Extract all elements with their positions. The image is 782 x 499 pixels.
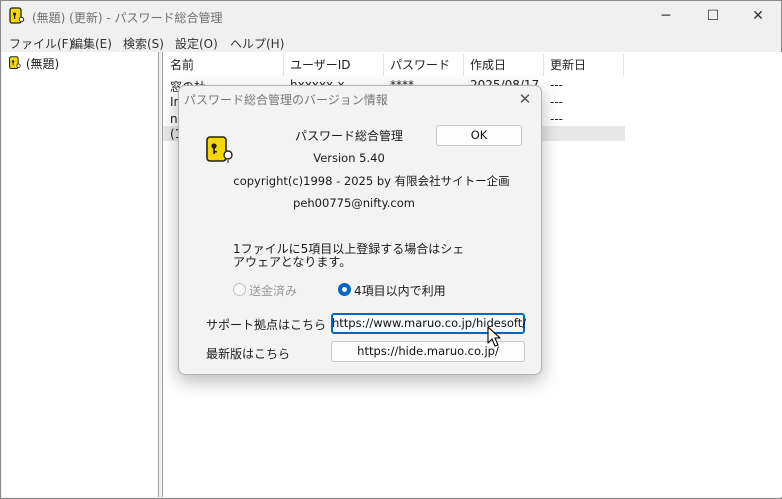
radio-paid-label: 送金済み bbox=[249, 284, 298, 298]
column-header-updated[interactable]: 更新日 bbox=[550, 56, 586, 76]
radio-paid[interactable] bbox=[233, 283, 246, 296]
tree-root-label: (無題) bbox=[25, 57, 60, 71]
column-divider bbox=[283, 54, 284, 76]
app-name: パスワード総合管理 bbox=[294, 129, 403, 143]
ok-button[interactable]: OK bbox=[436, 125, 522, 146]
menu-settings[interactable]: 設定(O) bbox=[175, 35, 218, 52]
menu-bar: ファイル(F) 編集(E) 検索(S) 設定(O) ヘルプ(H) bbox=[1, 32, 781, 52]
email-text: peh00775@nifty.com bbox=[293, 196, 415, 210]
dialog-title: パスワード総合管理のバージョン情報 bbox=[184, 93, 388, 107]
cell-updated: --- bbox=[550, 95, 563, 109]
column-header-password[interactable]: パスワード bbox=[390, 56, 450, 76]
close-button[interactable]: ✕ bbox=[735, 1, 781, 32]
tree-pane[interactable]: (無題) bbox=[2, 52, 159, 497]
column-divider bbox=[623, 54, 624, 76]
shareware-notice: 1ファイルに5項目以上登録する場合はシェアウェアとなります。 bbox=[233, 242, 465, 269]
menu-search[interactable]: 検索(S) bbox=[123, 35, 164, 52]
latest-label: 最新版はこちら bbox=[206, 347, 291, 361]
title-bar[interactable]: (無題) (更新) - パスワード総合管理 ─ ☐ ✕ bbox=[1, 1, 781, 32]
maximize-button[interactable]: ☐ bbox=[690, 1, 736, 32]
copyright-text: copyright(c)1998 - 2025 by 有限会社サイトー企画 bbox=[233, 174, 510, 188]
radio-limited[interactable] bbox=[338, 283, 351, 296]
version-text: Version 5.40 bbox=[313, 151, 385, 165]
dialog-close-button[interactable]: ✕ bbox=[514, 88, 536, 110]
tree-root-node[interactable]: (無題) bbox=[8, 55, 59, 72]
column-divider bbox=[543, 54, 544, 76]
column-divider bbox=[383, 54, 384, 76]
app-logo-icon bbox=[206, 136, 233, 163]
menu-help[interactable]: ヘルプ(H) bbox=[230, 35, 284, 52]
menu-edit[interactable]: 編集(E) bbox=[71, 35, 112, 52]
column-header-userid[interactable]: ユーザーID bbox=[290, 56, 351, 76]
column-header-created[interactable]: 作成日 bbox=[470, 56, 506, 76]
column-divider bbox=[463, 54, 464, 76]
column-header-name[interactable]: 名前 bbox=[170, 56, 194, 76]
cell-updated: --- bbox=[550, 112, 563, 126]
menu-file[interactable]: ファイル(F) bbox=[9, 35, 73, 52]
about-dialog: パスワード総合管理のバージョン情報 ✕ パスワード総合管理 Version 5.… bbox=[178, 85, 542, 375]
file-icon bbox=[9, 56, 21, 69]
support-label: サポート拠点はこちら bbox=[206, 318, 327, 332]
window-title: (無題) (更新) - パスワード総合管理 bbox=[32, 11, 223, 25]
radio-limited-label: 4項目以内で利用 bbox=[354, 284, 446, 298]
minimize-button[interactable]: ─ bbox=[643, 1, 689, 32]
mouse-cursor-icon bbox=[487, 326, 501, 347]
cell-updated: --- bbox=[550, 78, 563, 92]
app-icon bbox=[9, 7, 25, 24]
